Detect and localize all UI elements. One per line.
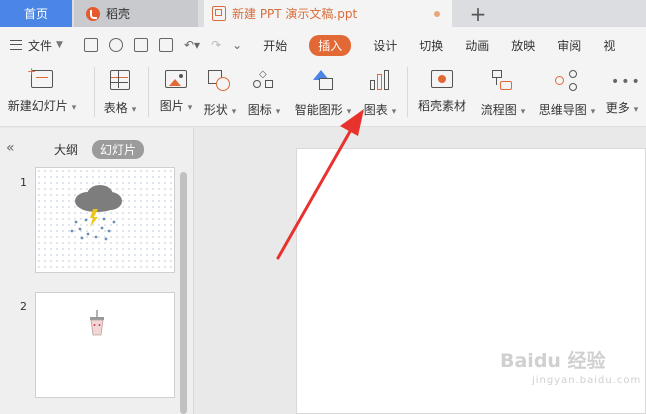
annotation-arrow-icon xyxy=(276,109,364,260)
